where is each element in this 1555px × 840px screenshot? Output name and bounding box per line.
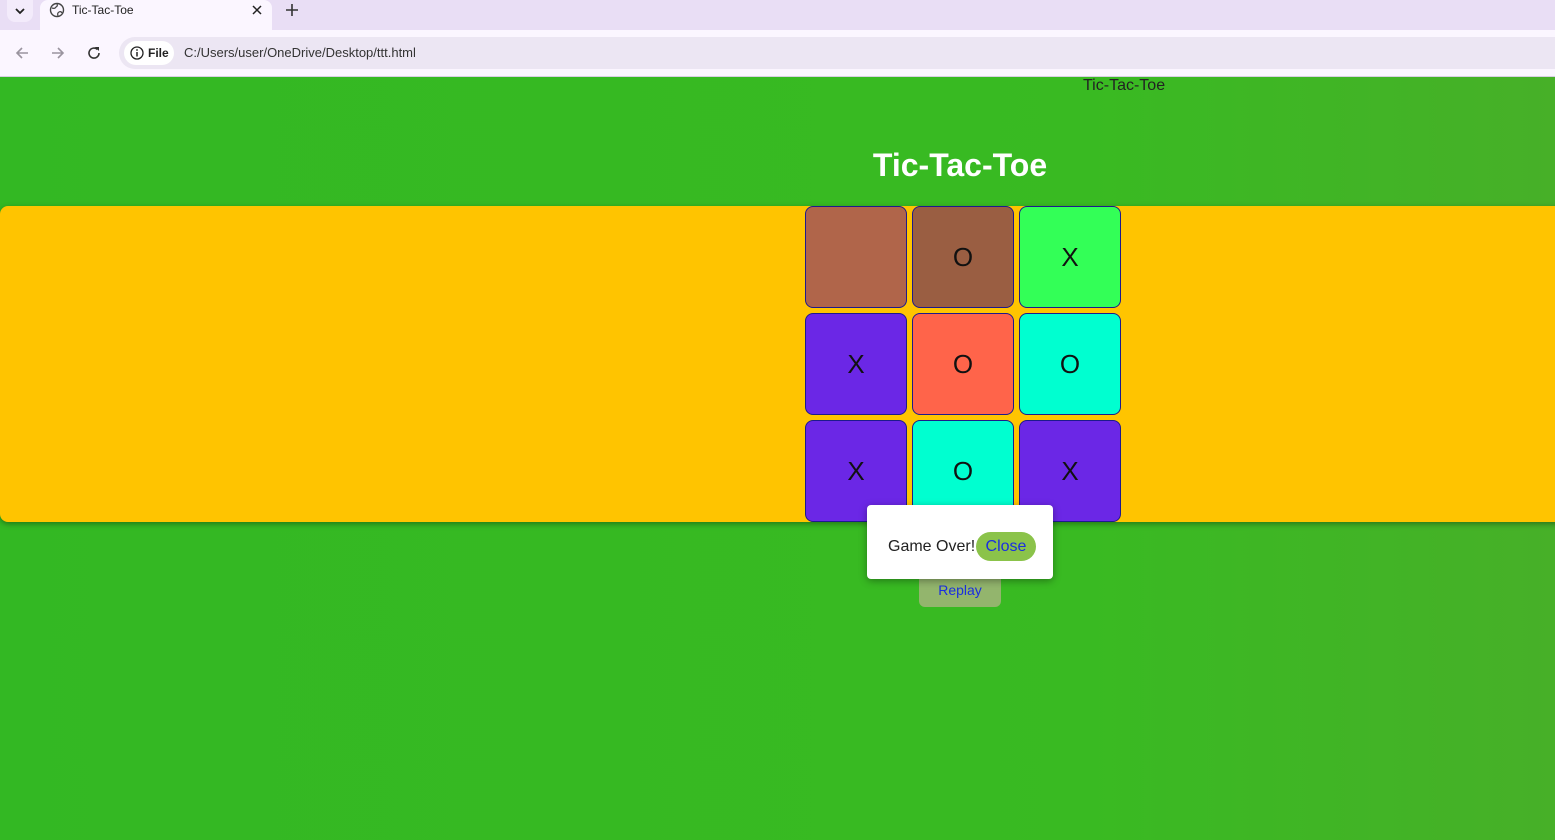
chevron-down-icon [15, 8, 25, 15]
browser-tab-strip: Tic-Tac-Toe [0, 0, 1555, 30]
tab-close-button[interactable] [248, 1, 266, 19]
document-title-text: Tic-Tac-Toe [1083, 77, 1166, 94]
game-over-dialog: Game Over! Close [867, 505, 1053, 579]
close-icon [252, 5, 262, 15]
tab-title: Tic-Tac-Toe [72, 3, 134, 17]
board-cell[interactable]: O [912, 206, 1014, 308]
reload-icon [88, 47, 100, 59]
board-cell[interactable] [805, 206, 907, 308]
site-info-chip[interactable]: File [124, 41, 174, 65]
forward-arrow-icon [52, 47, 65, 59]
info-icon [130, 46, 144, 60]
back-button[interactable] [10, 41, 34, 65]
reload-button[interactable] [82, 41, 106, 65]
close-dialog-button[interactable]: Close [976, 532, 1036, 561]
tab-search-button[interactable] [7, 0, 33, 22]
board-cell[interactable]: O [1019, 313, 1121, 415]
plus-icon [286, 4, 298, 16]
game-board: O X X O O X O X [805, 206, 1121, 522]
board-cell[interactable]: X [1019, 206, 1121, 308]
board-banner [0, 206, 1555, 522]
new-tab-button[interactable] [282, 0, 302, 20]
page-body: Tic-Tac-Toe Tic-Tac-Toe O X X O O X O X … [0, 77, 1555, 840]
forward-button[interactable] [46, 41, 70, 65]
browser-toolbar: File C:/Users/user/OneDrive/Desktop/ttt.… [0, 30, 1555, 77]
board-cell[interactable]: X [805, 313, 907, 415]
page-heading: Tic-Tac-Toe [872, 147, 1048, 183]
site-chip-label: File [148, 46, 169, 60]
board-cell[interactable]: O [912, 313, 1014, 415]
game-over-message: Game Over! [888, 538, 976, 555]
address-bar[interactable]: File C:/Users/user/OneDrive/Desktop/ttt.… [119, 37, 1555, 69]
globe-icon [49, 2, 65, 18]
url-text[interactable]: C:/Users/user/OneDrive/Desktop/ttt.html [184, 45, 416, 61]
browser-tab[interactable]: Tic-Tac-Toe [40, 0, 272, 30]
back-arrow-icon [15, 47, 28, 59]
